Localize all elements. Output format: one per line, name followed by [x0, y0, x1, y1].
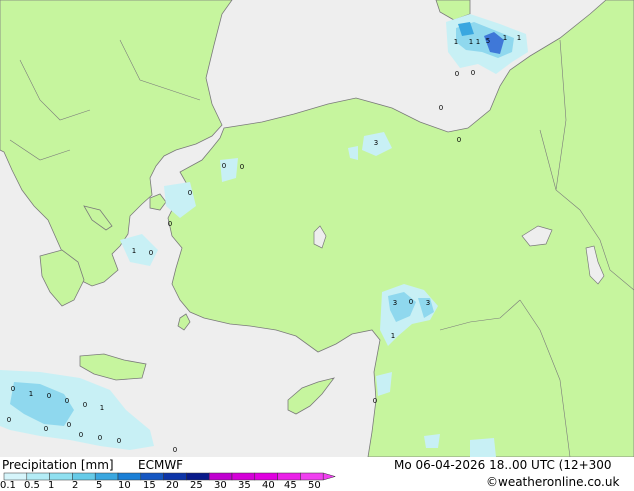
precip-label-13: 0	[188, 189, 192, 197]
legend-swatch-13	[300, 472, 324, 481]
legend-swatch-12	[277, 472, 301, 481]
legend-swatch-11	[254, 472, 278, 481]
precip-label-18: 0	[409, 298, 413, 306]
precip-label-32: 0	[98, 434, 102, 442]
precip-label-30: 0	[44, 425, 48, 433]
legend-swatch-0	[3, 472, 28, 481]
precip-label-8: 0	[439, 104, 443, 112]
legend-swatch-6	[140, 472, 164, 481]
precip-label-20: 1	[391, 332, 395, 340]
legend-swatch-7	[163, 472, 187, 481]
precip-label-31: 0	[79, 431, 83, 439]
precip-label-14: 0	[168, 220, 172, 228]
precip-label-7: 0	[471, 69, 475, 77]
precip-label-24: 0	[47, 392, 51, 400]
precip-label-17: 3	[393, 299, 397, 307]
legend-tick-6: 15	[143, 480, 156, 491]
precip-label-25: 0	[65, 397, 69, 405]
legend-tick-8: 25	[190, 480, 203, 491]
legend-swatch-3	[72, 472, 96, 481]
precip-label-27: 1	[100, 404, 104, 412]
legend-tick-2: 1	[48, 480, 55, 491]
precip-label-28: 0	[7, 416, 11, 424]
precip-label-11: 0	[222, 162, 226, 170]
precip-label-23: 1	[29, 390, 33, 398]
legend-tick-13: 50	[308, 480, 321, 491]
legend-tick-4: 5	[96, 480, 103, 491]
footer-model: ECMWF	[138, 458, 184, 472]
precip-label-33: 0	[117, 437, 121, 445]
precip-label-5: 1	[517, 34, 521, 42]
precip-label-21: 0	[373, 397, 377, 405]
precip-label-26: 0	[83, 401, 87, 409]
footer-credit: ©weatheronline.co.uk	[486, 475, 620, 489]
precip-label-9: 3	[374, 139, 378, 147]
precip-label-4: 1	[503, 34, 507, 42]
legend-tick-9: 30	[214, 480, 227, 491]
legend-tick-12: 45	[284, 480, 297, 491]
precip-label-3: 5	[486, 37, 490, 45]
footer-datetime: Mo 06-04-2026 18..00 UTC (12+300	[394, 458, 612, 472]
precip-label-19: 3	[426, 299, 430, 307]
precipitation-map: 1 1 1 5 1 10 003 00 0001 03 0 31001 00 0 10000 0 00	[0, 0, 634, 457]
precip-label-22: 0	[11, 385, 15, 393]
legend-tick-7: 20	[166, 480, 179, 491]
precip-label-16: 0	[149, 249, 153, 257]
legend-tick-0: 0.1	[0, 480, 16, 491]
legend-swatch-2	[49, 472, 73, 481]
precip-label-2: 1	[476, 38, 480, 46]
legend-swatch-5	[117, 472, 142, 481]
precip-label-15: 1	[132, 247, 136, 255]
footer-title: Precipitation [mm]	[2, 458, 114, 472]
precip-label-6: 0	[455, 70, 459, 78]
precip-label-29: 0	[67, 421, 71, 429]
legend-swatch-9	[208, 472, 233, 481]
legend-swatch-4	[94, 472, 119, 481]
legend-arrow	[322, 472, 337, 481]
legend-tick-11: 40	[262, 480, 275, 491]
legend-tick-1: 0.5	[24, 480, 40, 491]
precip-label-0: 1	[454, 38, 458, 46]
precip-label-34: 0	[173, 446, 177, 454]
legend-swatch-8	[186, 472, 210, 481]
precip-label-10: 0	[457, 136, 461, 144]
legend-tick-3: 2	[72, 480, 79, 491]
legend-swatch-10	[231, 472, 256, 481]
precip-label-12: 0	[240, 163, 244, 171]
legend-swatch-1	[26, 472, 50, 481]
legend-tick-10: 35	[238, 480, 251, 491]
legend-tick-5: 10	[118, 480, 131, 491]
precip-label-1: 1	[469, 38, 473, 46]
